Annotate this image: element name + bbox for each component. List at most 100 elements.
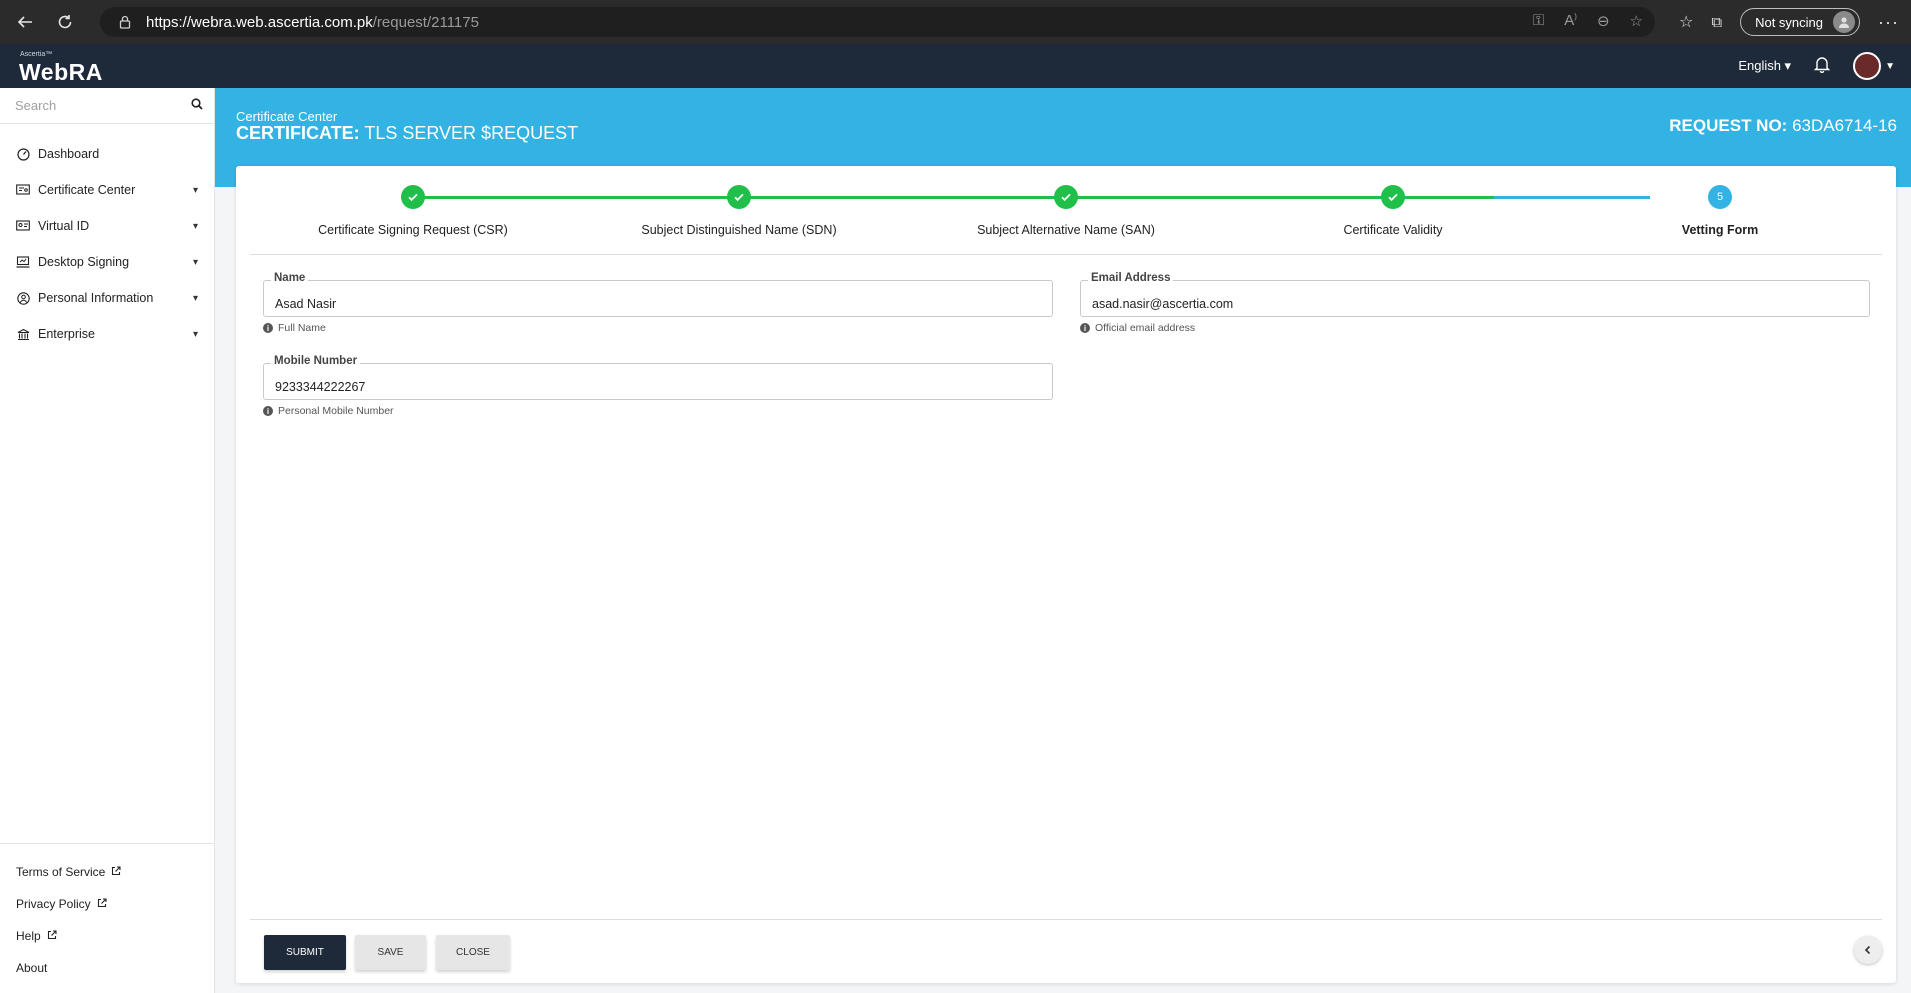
chevron-down-icon: ▾ (192, 220, 198, 232)
add-favorite-icon[interactable]: ☆ (1630, 12, 1643, 30)
language-selector[interactable]: English ▾ (1738, 58, 1791, 74)
chevron-down-icon: ▾ (192, 328, 198, 340)
bell-icon[interactable] (1813, 55, 1831, 78)
avatar (1853, 52, 1882, 80)
info-icon: i (263, 406, 273, 416)
external-link-icon (97, 897, 107, 911)
name-field-group: Name i Full Name (263, 272, 1053, 342)
sidebar: Dashboard Certificate Center ▾ Virtual I… (0, 88, 215, 993)
brand-small: Ascertia™ (20, 51, 53, 58)
caret-down-icon: ▼ (1885, 60, 1895, 72)
name-input[interactable] (264, 281, 1052, 316)
sidebar-item-enterprise[interactable]: Enterprise ▾ (0, 316, 214, 352)
info-icon: i (1080, 323, 1090, 333)
collections-icon[interactable]: ⧉ (1711, 14, 1722, 31)
url-path: /request/211175 (372, 13, 479, 31)
save-button[interactable]: SAVE (355, 935, 426, 970)
read-aloud-icon[interactable]: A) (1564, 12, 1577, 30)
signing-icon (16, 255, 30, 269)
email-input[interactable] (1081, 281, 1869, 316)
request-number-label: REQUEST NO: (1669, 116, 1788, 135)
submit-button[interactable]: SUBMIT (264, 935, 346, 970)
email-hint: i Official email address (1080, 322, 1195, 334)
step-label-csr[interactable]: Certificate Signing Request (CSR) (273, 223, 553, 237)
lock-icon[interactable] (118, 15, 132, 29)
step-5-number[interactable]: 5 (1708, 185, 1732, 209)
mobile-input[interactable] (264, 364, 1052, 399)
privacy-policy-link[interactable]: Privacy Policy (0, 888, 214, 920)
footer-divider (250, 919, 1882, 920)
sidebar-item-certificate-center[interactable]: Certificate Center ▾ (0, 172, 214, 208)
mobile-field (263, 363, 1053, 400)
back-icon[interactable] (10, 7, 40, 37)
certificate-icon (16, 183, 30, 197)
profile-sync-button[interactable]: Not syncing (1740, 8, 1861, 36)
sidebar-item-label: Certificate Center (38, 183, 136, 197)
favorites-icon[interactable]: ☆ (1679, 12, 1693, 32)
header-actions: English ▾ ▼ (1738, 52, 1895, 80)
user-menu[interactable]: ▼ (1853, 52, 1895, 80)
external-link-icon (111, 865, 121, 879)
stepper: Certificate Signing Request (CSR) Subjec… (236, 166, 1896, 256)
address-bar[interactable]: https://webra.web.ascertia.com.pk/reques… (100, 7, 1655, 37)
sidebar-item-personal-information[interactable]: Personal Information ▾ (0, 280, 214, 316)
step-2-check-icon[interactable] (727, 185, 751, 209)
step-label-san[interactable]: Subject Alternative Name (SAN) (926, 223, 1206, 237)
zoom-icon[interactable]: ⊖ (1597, 12, 1610, 30)
person-icon (16, 291, 30, 305)
profile-avatar-icon (1833, 11, 1856, 33)
email-field (1080, 280, 1870, 317)
about-link[interactable]: About (0, 952, 214, 984)
dashboard-icon (16, 147, 30, 161)
breadcrumb[interactable]: Certificate Center (236, 109, 337, 124)
app-header (0, 44, 1911, 88)
chevron-left-icon[interactable] (1854, 936, 1882, 964)
sidebar-search (0, 88, 214, 124)
sidebar-footer: Terms of Service Privacy Policy Help Abo… (0, 843, 214, 993)
key-icon[interactable]: ⚿ (1533, 12, 1544, 30)
sidebar-item-label: Virtual ID (38, 219, 90, 233)
address-bar-icons: ⚿ A) ⊖ ☆ (1533, 12, 1643, 30)
close-button[interactable]: CLOSE (436, 935, 510, 970)
search-icon[interactable] (191, 97, 203, 115)
stepper-progress-line (413, 196, 1494, 199)
bottom-link-label: Terms of Service (16, 865, 106, 879)
chevron-down-icon: ▾ (192, 184, 198, 196)
page-title-prefix: CERTIFICATE: (236, 123, 360, 143)
refresh-icon[interactable] (50, 7, 80, 37)
mobile-label: Mobile Number (271, 355, 361, 367)
more-icon[interactable]: ··· (1878, 12, 1899, 33)
help-link[interactable]: Help (0, 920, 214, 952)
sidebar-item-label: Enterprise (38, 327, 95, 341)
name-hint: i Full Name (263, 322, 326, 334)
url-host: https://webra.web.ascertia.com.pk (146, 13, 373, 31)
step-label-vetting-form[interactable]: Vetting Form (1580, 223, 1860, 237)
sidebar-item-virtual-id[interactable]: Virtual ID ▾ (0, 208, 214, 244)
mobile-field-group: Mobile Number i Personal Mobile Number (263, 355, 1053, 425)
name-field (263, 280, 1053, 317)
sidebar-item-label: Dashboard (38, 147, 100, 161)
stepper-divider (250, 254, 1882, 255)
chevron-down-icon: ▾ (192, 256, 198, 268)
step-1-check-icon[interactable] (401, 185, 425, 209)
id-card-icon (16, 219, 30, 233)
request-number: REQUEST NO: 63DA6714-16 (1669, 116, 1897, 136)
step-label-sdn[interactable]: Subject Distinguished Name (SDN) (599, 223, 879, 237)
request-number-value: 63DA6714-16 (1792, 116, 1897, 135)
sidebar-item-desktop-signing[interactable]: Desktop Signing ▾ (0, 244, 214, 280)
info-icon: i (263, 323, 273, 333)
name-hint-text: Full Name (278, 322, 326, 334)
step-4-check-icon[interactable] (1381, 185, 1405, 209)
logo[interactable]: WebRA (19, 59, 103, 86)
bottom-link-label: Help (16, 929, 41, 943)
step-3-check-icon[interactable] (1054, 185, 1078, 209)
stepper-pending-line (1494, 196, 1650, 199)
search-input[interactable] (15, 98, 191, 113)
browser-actions: ☆ ⧉ Not syncing ··· (1679, 0, 1911, 44)
sidebar-item-label: Personal Information (38, 291, 154, 305)
step-label-validity[interactable]: Certificate Validity (1253, 223, 1533, 237)
sidebar-item-dashboard[interactable]: Dashboard (0, 136, 214, 172)
terms-of-service-link[interactable]: Terms of Service (0, 856, 214, 888)
mobile-hint-text: Personal Mobile Number (278, 405, 394, 417)
chevron-down-icon: ▾ (192, 292, 198, 304)
